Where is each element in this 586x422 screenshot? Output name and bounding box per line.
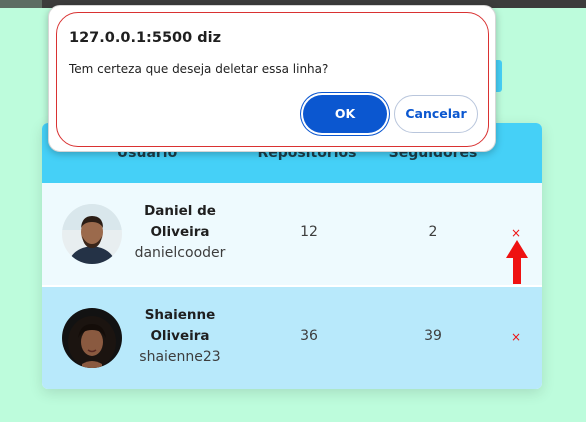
user-info: Shaienne Oliveira shaienne23: [128, 305, 232, 368]
user-name-line1: Shaienne: [144, 307, 216, 323]
delete-row-close-icon[interactable]: ×: [508, 329, 524, 345]
user-name-line2: Oliveira: [150, 328, 210, 344]
cancel-button[interactable]: Cancelar: [394, 95, 478, 133]
table-row: Shaienne Oliveira shaienne23 36 39 ×: [42, 287, 542, 389]
user-name-line2: Oliveira: [150, 224, 210, 240]
repositories-count: 36: [300, 328, 318, 344]
followers-count: 2: [428, 224, 438, 240]
table-row: Daniel de Oliveira danielcooder 12 2 ×: [42, 183, 542, 285]
browser-tab-strip: [0, 0, 42, 8]
repositories-count: 12: [300, 224, 318, 240]
dialog-title: 127.0.0.1:5500 diz: [69, 30, 222, 46]
avatar: [62, 308, 122, 368]
user-info: Daniel de Oliveira danielcooder: [128, 201, 232, 264]
user-login: danielcooder: [134, 245, 226, 261]
user-login: shaienne23: [139, 349, 221, 365]
ok-button[interactable]: OK: [303, 95, 387, 133]
confirm-dialog: 127.0.0.1:5500 diz Tem certeza que desej…: [48, 5, 496, 152]
delete-row-close-icon[interactable]: ×: [508, 225, 524, 241]
user-name-line1: Daniel de: [144, 203, 216, 219]
red-up-arrow-icon: [506, 240, 528, 284]
users-table: Usuário Repositórios Seguidores Daniel d…: [42, 123, 542, 389]
dialog-message: Tem certeza que deseja deletar essa linh…: [69, 62, 329, 76]
avatar: [62, 204, 122, 264]
followers-count: 39: [424, 328, 442, 344]
